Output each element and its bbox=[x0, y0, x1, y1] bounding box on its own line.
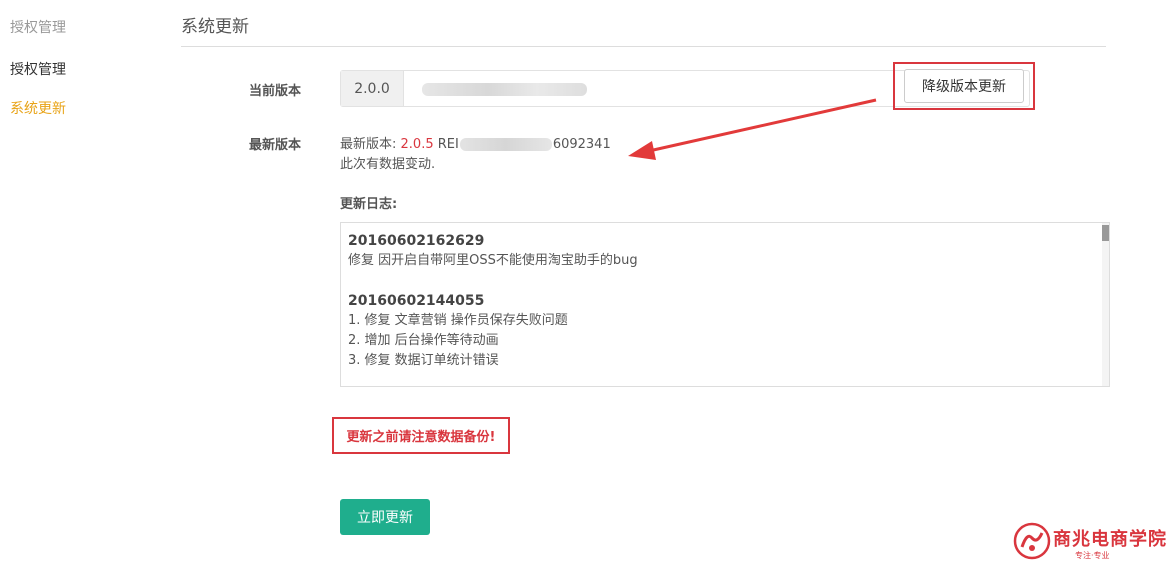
changelog-heading: 更新日志: bbox=[340, 197, 398, 212]
changelog-date: 20160602162629 bbox=[348, 233, 485, 249]
logo-text: 商兆电商学院 bbox=[1053, 529, 1167, 550]
redacted-text bbox=[422, 83, 587, 96]
latest-version-prefix: 最新版本: bbox=[340, 137, 401, 152]
sidebar-item-system-update[interactable]: 系统更新 bbox=[10, 98, 66, 118]
logo-subtitle: 专注·专业 bbox=[1075, 551, 1110, 560]
changelog-line: 修复 因开启自带阿里OSS不能使用淘宝助手的bug bbox=[348, 253, 638, 268]
scrollbar-thumb[interactable] bbox=[1102, 225, 1109, 241]
changelog-box[interactable]: 20160602162629 修复 因开启自带阿里OSS不能使用淘宝助手的bug… bbox=[340, 222, 1110, 387]
latest-version-number: 2.0.5 bbox=[400, 137, 434, 152]
sidebar: 授权管理 授权管理 系统更新 bbox=[0, 0, 160, 568]
current-version-label: 当前版本 bbox=[249, 84, 302, 99]
redacted-text bbox=[459, 138, 552, 151]
release-suffix: 6092341 bbox=[552, 137, 611, 152]
changelog-entry: 20160602144055 1. 修复 文章营销 操作员保存失败问题 2. 增… bbox=[348, 291, 1095, 371]
logo-emblem-icon bbox=[1013, 522, 1051, 560]
sidebar-heading: 授权管理 bbox=[10, 20, 66, 36]
update-now-button[interactable]: 立即更新 bbox=[340, 499, 430, 535]
latest-version-info: 最新版本: 2.0.5 REI 6092341 bbox=[340, 133, 611, 152]
changelog-entry: 20160602162629 修复 因开启自带阿里OSS不能使用淘宝助手的bug bbox=[348, 231, 1095, 271]
changelog-line: 2. 增加 后台操作等待动画 bbox=[348, 333, 499, 348]
backup-warning: 更新之前请注意数据备份! bbox=[332, 417, 510, 454]
release-prefix: REI bbox=[433, 137, 459, 152]
downgrade-button[interactable]: 降级版本更新 bbox=[904, 69, 1024, 103]
brand-logo: 商兆电商学院 专注·专业 bbox=[1013, 522, 1167, 564]
latest-version-note: 此次有数据变动. bbox=[340, 157, 436, 172]
sidebar-item-authorization[interactable]: 授权管理 bbox=[10, 59, 66, 79]
changelog-line: 3. 修复 数据订单统计错误 bbox=[348, 353, 499, 368]
latest-version-label: 最新版本 bbox=[249, 138, 302, 153]
page-title: 系统更新 bbox=[181, 17, 249, 37]
changelog-line: 1. 修复 文章营销 操作员保存失败问题 bbox=[348, 313, 568, 328]
changelog-date: 20160602144055 bbox=[348, 293, 485, 309]
changelog-scrollbar[interactable] bbox=[1102, 223, 1109, 386]
downgrade-highlight: 降级版本更新 bbox=[893, 62, 1035, 110]
current-version-value: 2.0.0 bbox=[341, 71, 404, 106]
title-divider bbox=[181, 46, 1106, 47]
